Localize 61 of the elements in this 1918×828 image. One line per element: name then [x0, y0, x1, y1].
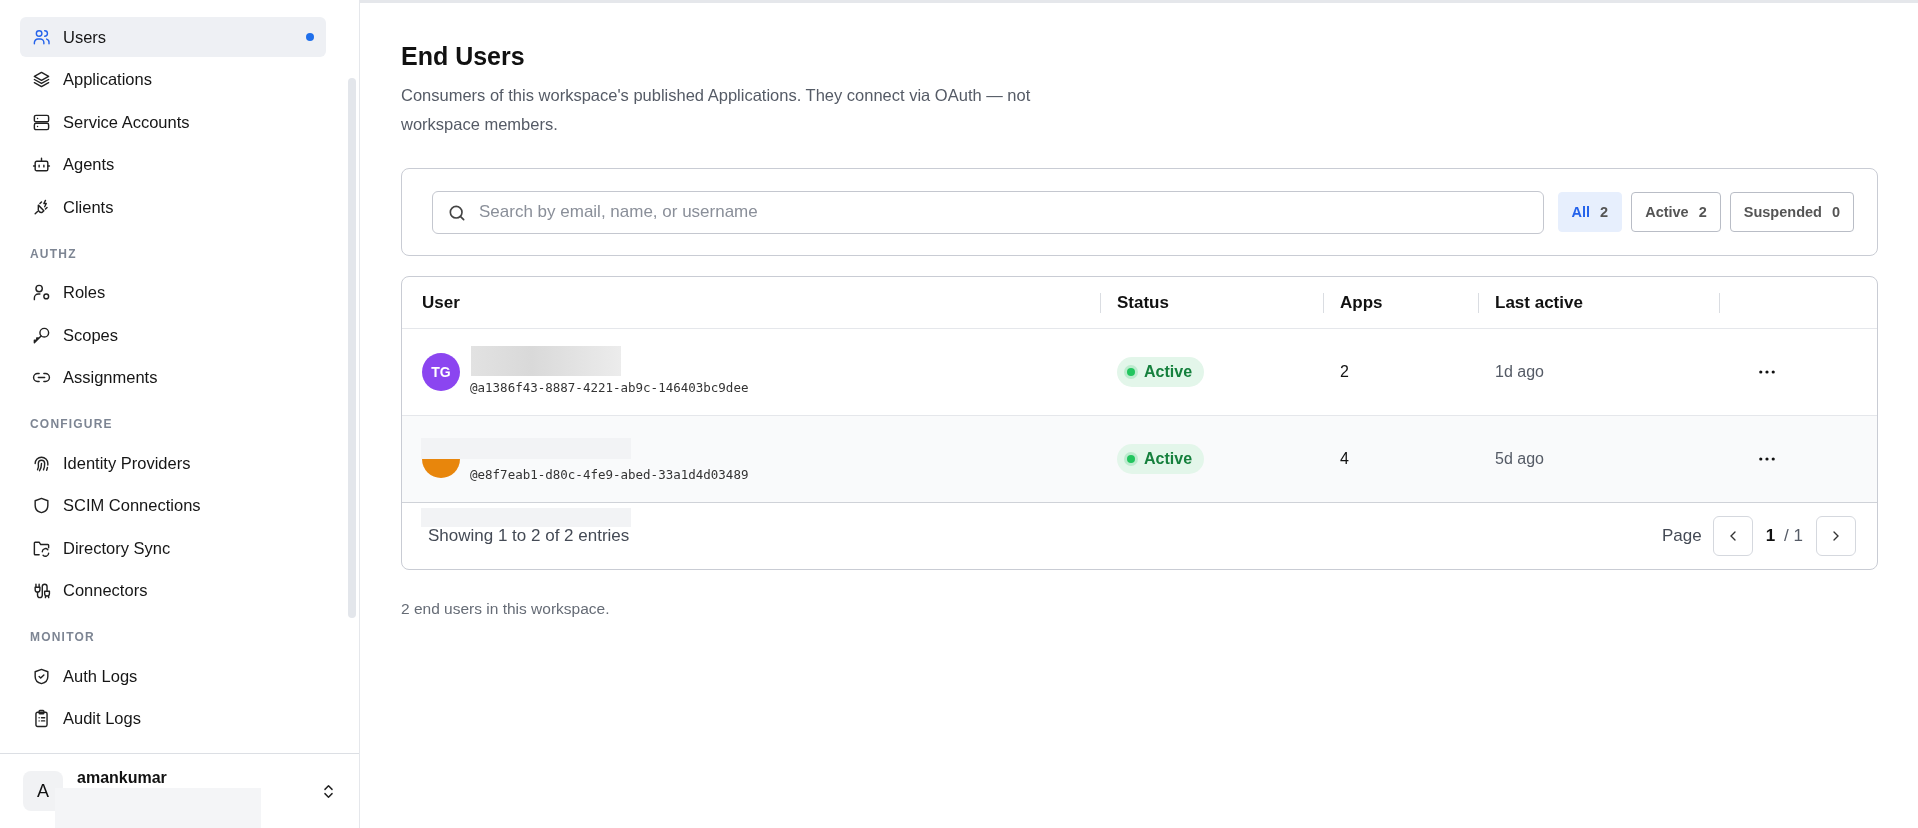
filter-tab[interactable]: Suspended 0: [1729, 192, 1854, 232]
server-icon: [32, 112, 51, 132]
more-icon[interactable]: [1759, 370, 1775, 374]
account-switcher[interactable]: A amankumar: [0, 753, 359, 828]
status-badge: Active: [1117, 444, 1205, 474]
sidebar-item[interactable]: Service Accounts: [20, 102, 326, 142]
scrollbar[interactable]: [348, 78, 356, 618]
layers-icon: [32, 70, 51, 89]
page-label: Page: [1661, 526, 1702, 546]
current-page: 1: [1765, 526, 1776, 546]
table-cell-text: 1d ago: [1494, 363, 1545, 381]
sidebar-item[interactable]: Directory Sync: [20, 528, 326, 568]
clipboard-icon: [32, 709, 51, 728]
user-gear-icon: [32, 283, 51, 302]
sidebar-item[interactable]: Users: [20, 17, 326, 57]
filter-tab[interactable]: Active 2: [1631, 192, 1721, 232]
shield-icon: [32, 496, 51, 515]
section-label: CONFIGURE: [29, 416, 114, 433]
robot-icon: [32, 155, 51, 174]
sidebar-item[interactable]: Identity Providers: [20, 443, 326, 483]
page-title: End Users: [401, 42, 526, 71]
sidebar-item[interactable]: Scopes: [20, 315, 326, 355]
column-header: Last active: [1478, 292, 1719, 313]
fingerprint-icon: [32, 453, 51, 473]
filter-tab[interactable]: All 2: [1557, 192, 1623, 232]
previous-page-button[interactable]: [1712, 516, 1753, 556]
sidebar-item[interactable]: Roles: [20, 272, 326, 313]
username: @a1386f43-8887-4221-ab9c-146403bc9dee: [470, 379, 749, 395]
next-page-button[interactable]: [1816, 516, 1856, 556]
sidebar-item[interactable]: Auth Logs: [20, 656, 326, 696]
shield-check-icon: [32, 666, 51, 686]
sidebar-item[interactable]: SCIM Connections: [20, 485, 326, 526]
users-icon: [32, 27, 51, 47]
column-header: Apps: [1323, 292, 1478, 313]
sidebar-item[interactable]: Agents: [20, 144, 326, 185]
sidebar-item[interactable]: Connectors: [20, 570, 326, 611]
search-field[interactable]: Search by email, name, or username: [432, 190, 1544, 234]
table-cell-text: 2: [1339, 363, 1350, 381]
more-icon[interactable]: [1759, 457, 1775, 461]
sidebar-item[interactable]: Audit Logs: [20, 698, 326, 739]
account-name: amankumar: [77, 769, 168, 787]
table-cell-text: 5d ago: [1494, 450, 1545, 468]
avatar: TG: [422, 353, 460, 391]
column-header: User: [421, 292, 461, 313]
column-header: Status: [1100, 292, 1323, 313]
page-description: Consumers of this workspace's published Applications. They connect via OAuth — not workspace members.: [401, 85, 1032, 135]
sidebar-item[interactable]: Clients: [20, 187, 326, 227]
footer-note: 2 end users in this workspace.: [401, 600, 611, 618]
cable-icon: [32, 581, 51, 600]
section-label: MONITOR: [29, 629, 96, 646]
sidebar-item[interactable]: Assignments: [20, 357, 326, 398]
sidebar-item[interactable]: Applications: [20, 59, 326, 100]
page-total: / 1: [1784, 526, 1803, 546]
key-icon: [32, 325, 51, 345]
status-badge: Active: [1117, 357, 1205, 387]
table-cell-text: 4: [1339, 450, 1350, 468]
username: @e8f7eab1-d80c-4fe9-abed-33a1d4d03489: [470, 466, 749, 482]
folder-sync-icon: [32, 538, 51, 558]
section-label: AUTHZ: [29, 245, 78, 263]
entries-summary: Showing 1 to 2 of 2 entries: [428, 526, 630, 546]
plug-icon: [32, 197, 51, 217]
